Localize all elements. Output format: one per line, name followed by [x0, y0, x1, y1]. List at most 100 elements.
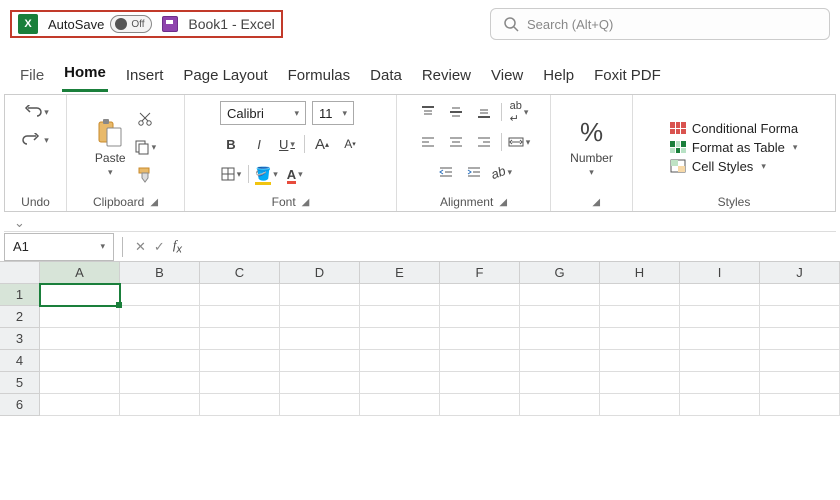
tab-insert[interactable]: Insert [124, 63, 166, 92]
cell[interactable] [520, 372, 600, 394]
column-header[interactable]: G [520, 262, 600, 284]
cell[interactable] [760, 372, 840, 394]
cell[interactable] [200, 394, 280, 416]
cell[interactable] [40, 372, 120, 394]
alignment-launcher[interactable]: ◢ [499, 197, 507, 208]
cell[interactable] [520, 350, 600, 372]
insert-function-button[interactable]: fx [169, 237, 186, 256]
row-header[interactable]: 4 [0, 350, 40, 372]
cell[interactable] [120, 284, 200, 306]
tab-page-layout[interactable]: Page Layout [181, 63, 269, 92]
underline-button[interactable]: U [276, 133, 298, 155]
formula-input[interactable] [186, 232, 840, 261]
cell[interactable] [600, 350, 680, 372]
font-name-select[interactable]: Calibri▾ [220, 101, 306, 125]
save-icon[interactable] [162, 16, 178, 32]
cell[interactable] [280, 372, 360, 394]
increase-indent-button[interactable] [463, 161, 485, 183]
column-header[interactable]: I [680, 262, 760, 284]
font-launcher[interactable]: ◢ [302, 197, 310, 208]
shrink-font-button[interactable]: A▾ [339, 133, 361, 155]
cell[interactable] [760, 306, 840, 328]
row-header[interactable]: 2 [0, 306, 40, 328]
cell[interactable] [600, 394, 680, 416]
copy-button[interactable] [134, 136, 157, 158]
grow-font-button[interactable]: A▴ [311, 133, 333, 155]
row-header[interactable]: 5 [0, 372, 40, 394]
column-header[interactable]: A [40, 262, 120, 284]
cell[interactable] [680, 394, 760, 416]
italic-button[interactable]: I [248, 133, 270, 155]
cell[interactable] [120, 306, 200, 328]
number-format-button[interactable]: % Number ▾ [570, 117, 613, 178]
cell[interactable] [520, 306, 600, 328]
cell[interactable] [440, 372, 520, 394]
cell[interactable] [360, 350, 440, 372]
cell[interactable] [200, 372, 280, 394]
cell[interactable] [600, 284, 680, 306]
cell[interactable] [760, 394, 840, 416]
cell[interactable] [200, 350, 280, 372]
cell[interactable] [680, 372, 760, 394]
column-header[interactable]: H [600, 262, 680, 284]
cell[interactable] [600, 372, 680, 394]
autosave-toggle[interactable]: AutoSave Off [48, 15, 152, 33]
cell[interactable] [360, 284, 440, 306]
redo-button[interactable] [22, 129, 49, 151]
column-header[interactable]: E [360, 262, 440, 284]
cell[interactable] [440, 306, 520, 328]
cut-button[interactable] [134, 108, 156, 130]
tab-data[interactable]: Data [368, 63, 404, 92]
cell[interactable] [360, 328, 440, 350]
cell[interactable] [440, 328, 520, 350]
cell[interactable] [360, 372, 440, 394]
cell[interactable] [600, 328, 680, 350]
cell[interactable] [280, 284, 360, 306]
cell[interactable] [440, 350, 520, 372]
cell[interactable] [280, 306, 360, 328]
cell[interactable] [120, 372, 200, 394]
name-box[interactable]: A1 ▾ [4, 233, 114, 261]
cell[interactable] [280, 394, 360, 416]
cell[interactable] [760, 350, 840, 372]
align-left-button[interactable] [417, 131, 439, 153]
spreadsheet-grid[interactable]: ABCDEFGHIJ123456 [0, 262, 840, 416]
cell[interactable] [680, 306, 760, 328]
align-center-button[interactable] [445, 131, 467, 153]
tab-formulas[interactable]: Formulas [286, 63, 353, 92]
cell[interactable] [40, 328, 120, 350]
cell-styles-button[interactable]: Cell Styles [670, 159, 766, 174]
cancel-formula-button[interactable]: ✕ [131, 239, 150, 255]
align-right-button[interactable] [473, 131, 495, 153]
cell[interactable] [520, 394, 600, 416]
paste-button[interactable]: Paste ▾ [95, 117, 126, 178]
tab-home[interactable]: Home [62, 60, 108, 92]
bold-button[interactable]: B [220, 133, 242, 155]
column-header[interactable]: B [120, 262, 200, 284]
fill-color-button[interactable]: 🪣 [255, 163, 278, 185]
ribbon-collapse-bar[interactable]: ⌄ [4, 214, 836, 232]
cell[interactable] [40, 284, 120, 306]
format-as-table-button[interactable]: Format as Table [670, 140, 798, 155]
row-header[interactable]: 3 [0, 328, 40, 350]
cell[interactable] [600, 306, 680, 328]
cell[interactable] [440, 284, 520, 306]
align-middle-button[interactable] [445, 101, 467, 123]
cell[interactable] [360, 306, 440, 328]
cell[interactable] [200, 284, 280, 306]
cell[interactable] [680, 350, 760, 372]
cell[interactable] [40, 350, 120, 372]
cell[interactable] [120, 350, 200, 372]
cell[interactable] [200, 306, 280, 328]
cell[interactable] [40, 394, 120, 416]
tab-file[interactable]: File [18, 63, 46, 92]
align-top-button[interactable] [417, 101, 439, 123]
tab-foxit-pdf[interactable]: Foxit PDF [592, 63, 663, 92]
cell[interactable] [280, 328, 360, 350]
column-header[interactable]: F [440, 262, 520, 284]
orientation-button[interactable]: ab [491, 161, 513, 183]
search-input[interactable]: Search (Alt+Q) [490, 8, 830, 40]
cell[interactable] [680, 328, 760, 350]
column-header[interactable]: D [280, 262, 360, 284]
tab-help[interactable]: Help [541, 63, 576, 92]
